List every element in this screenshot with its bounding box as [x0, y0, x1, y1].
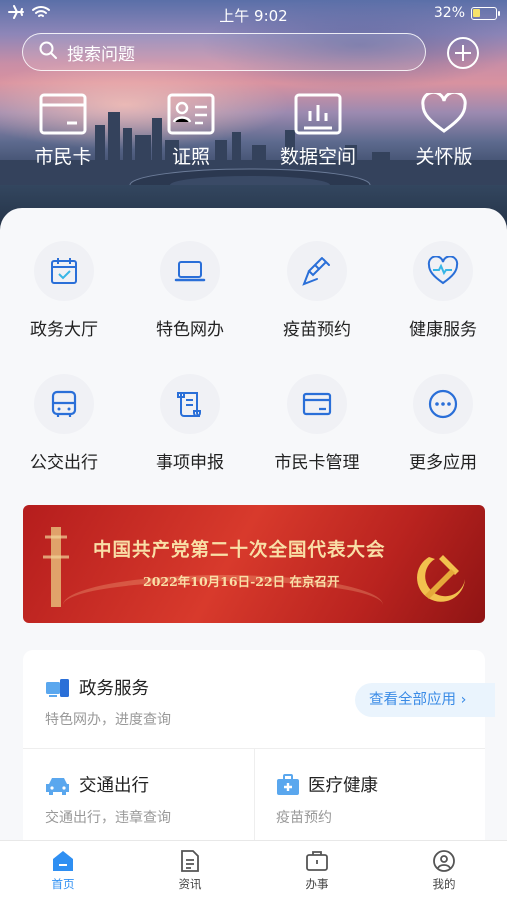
tab-news[interactable]: 资讯	[150, 849, 230, 892]
bus-icon	[51, 390, 77, 417]
service-gov-hall[interactable]: 政务大厅	[4, 241, 124, 340]
service-label: 公交出行	[30, 453, 98, 473]
quick-action-label: 证照	[171, 146, 210, 168]
battery-percent: 32%	[433, 5, 465, 21]
party-emblem-icon	[417, 555, 465, 602]
data-chart-icon	[294, 93, 342, 135]
service-health[interactable]: 健康服务	[383, 241, 503, 340]
traffic-title[interactable]: 交通出行	[79, 772, 149, 797]
quick-action-license[interactable]: 证照	[136, 93, 246, 169]
service-vaccine[interactable]: 疫苗预约	[257, 241, 377, 340]
home-icon	[53, 851, 73, 871]
gov-service-icon	[46, 679, 69, 697]
quick-action-label: 市民卡	[34, 146, 92, 168]
card-icon	[39, 93, 87, 135]
service-declare[interactable]: 事项申报	[130, 374, 250, 473]
quick-action-data-space[interactable]: 数据空间	[263, 93, 373, 169]
medical-kit-icon	[277, 774, 299, 795]
search-bar[interactable]: 搜索问题	[22, 33, 426, 71]
news-icon	[181, 850, 199, 872]
service-online-office[interactable]: 特色网办	[130, 241, 250, 340]
id-card-icon	[167, 93, 215, 135]
chevron-right-icon: ›	[456, 692, 467, 708]
quick-action-label: 关怀版	[415, 146, 473, 168]
medical-subtitle: 疫苗预约	[276, 810, 332, 826]
laptop-icon	[174, 261, 206, 282]
syringe-icon	[302, 257, 330, 286]
tab-label: 资讯	[178, 877, 202, 891]
heart-icon	[421, 93, 467, 133]
tab-services[interactable]: 办事	[277, 849, 357, 892]
service-label: 健康服务	[409, 320, 477, 340]
user-icon	[433, 850, 455, 872]
banner-title: 中国共产党第二十次全国代表大会	[93, 540, 386, 561]
search-placeholder: 搜索问题	[67, 44, 135, 65]
service-label: 事项申报	[156, 453, 224, 473]
heart-pulse-icon	[427, 256, 459, 285]
add-icon[interactable]	[447, 37, 479, 69]
status-time: 上午 9:02	[219, 7, 288, 25]
divider	[254, 749, 255, 849]
car-icon	[46, 778, 69, 795]
service-label: 政务大厅	[30, 320, 98, 340]
gov-service-subtitle: 特色网办，进度查询	[45, 712, 171, 728]
scroll-icon	[177, 392, 201, 417]
traffic-subtitle: 交通出行，违章查询	[45, 810, 171, 826]
service-bus[interactable]: 公交出行	[4, 374, 124, 473]
service-label: 特色网办	[156, 320, 224, 340]
pillar-icon	[43, 527, 69, 607]
gov-service-title[interactable]: 政务服务	[79, 675, 149, 700]
service-label: 市民卡管理	[274, 453, 360, 473]
status-bar: 上午 9:02 32%	[0, 0, 507, 28]
party-congress-banner[interactable]: 中国共产党第二十次全国代表大会 2022年10月16日-22日 在京召开	[23, 505, 485, 623]
banner-subtitle: 2022年10月16日-22日 在京召开	[143, 574, 340, 589]
tab-me[interactable]: 我的	[404, 849, 484, 892]
tab-label: 我的	[432, 877, 456, 891]
service-label: 更多应用	[409, 453, 477, 473]
view-all-apps-button[interactable]: 查看全部应用 ›	[355, 683, 495, 717]
service-card-management[interactable]: 市民卡管理	[257, 374, 377, 473]
briefcase-icon	[306, 851, 328, 871]
tab-bar: 首页 资讯 办事 我的	[0, 840, 507, 900]
quick-action-care-mode[interactable]: 关怀版	[389, 93, 499, 169]
quick-actions: 市民卡 证照 数据空间 关怀版	[0, 93, 507, 183]
more-icon	[428, 389, 458, 419]
quick-action-citizen-card[interactable]: 市民卡	[8, 93, 118, 169]
quick-action-label: 数据空间	[279, 146, 356, 168]
service-label: 疫苗预约	[283, 320, 351, 340]
search-icon	[39, 41, 67, 64]
battery-icon	[471, 6, 500, 20]
view-all-label: 查看全部应用	[369, 692, 456, 708]
calendar-check-icon	[51, 258, 77, 284]
tab-label: 办事	[305, 877, 329, 891]
tab-label: 首页	[51, 877, 75, 891]
service-more[interactable]: 更多应用	[383, 374, 503, 473]
tab-home[interactable]: 首页	[23, 849, 103, 892]
card-icon	[302, 392, 332, 416]
service-panel: 政务服务 特色网办，进度查询 查看全部应用 › 交通出行 交通出行，违章查询 医…	[23, 650, 495, 850]
medical-title[interactable]: 医疗健康	[308, 772, 378, 797]
